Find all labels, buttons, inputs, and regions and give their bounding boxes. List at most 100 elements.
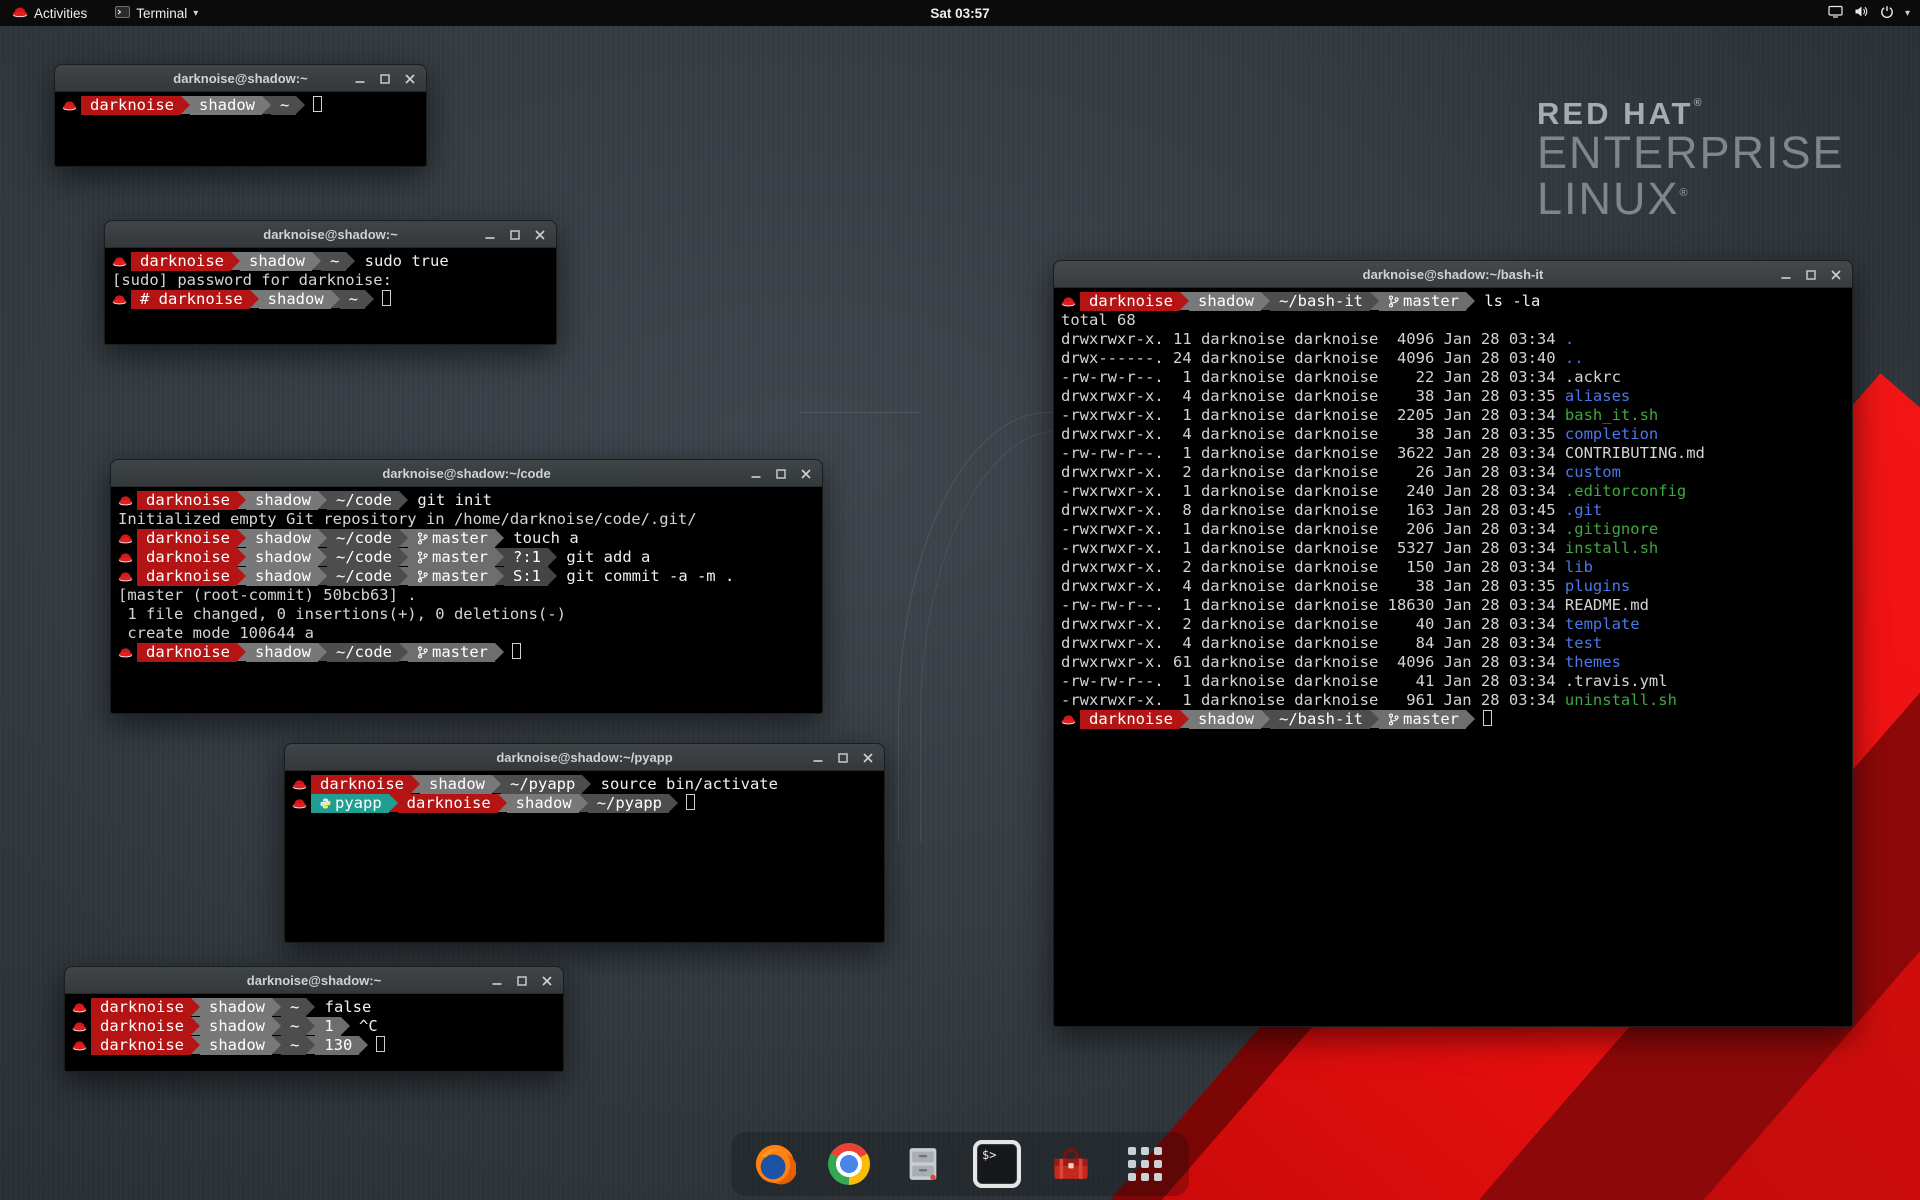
dock-toolbox[interactable] xyxy=(1047,1140,1095,1188)
terminal-content[interactable]: darknoiseshadow~ xyxy=(55,92,426,119)
terminal-content[interactable]: darknoiseshadow~/pyapp source bin/activa… xyxy=(285,771,884,817)
window-titlebar[interactable]: darknoise@shadow:~/code xyxy=(111,460,822,487)
terminal-window-code: darknoise@shadow:~/codedarknoiseshadow~/… xyxy=(110,459,823,714)
window-titlebar[interactable]: darknoise@shadow:~ xyxy=(105,221,556,248)
terminal-line: pyappdarknoiseshadow~/pyapp xyxy=(292,794,877,813)
command-text: source bin/activate xyxy=(591,775,778,793)
terminal-line: drwxrwxr-x. 4 darknoise darknoise 84 Jan… xyxy=(1061,634,1845,653)
terminal-line: -rw-rw-r--. 1 darknoise darknoise 41 Jan… xyxy=(1061,672,1845,691)
maximize-button[interactable] xyxy=(834,749,852,767)
minimize-button[interactable] xyxy=(488,972,506,990)
redhat-prompt-icon xyxy=(118,494,133,507)
segment-arrow xyxy=(1261,292,1270,310)
terminal-line: -rwxrwxr-x. 1 darknoise darknoise 2205 J… xyxy=(1061,406,1845,425)
prompt-segment-red: darknoise xyxy=(1080,710,1180,729)
segment-arrow xyxy=(1370,292,1379,310)
terminal-line: -rw-rw-r--. 1 darknoise darknoise 3622 J… xyxy=(1061,444,1845,463)
output-text: create mode 100644 a xyxy=(118,624,314,642)
output-text: .git xyxy=(1565,501,1602,519)
output-text: 1 file changed, 0 insertions(+), 0 delet… xyxy=(118,605,566,623)
maximize-button[interactable] xyxy=(1802,266,1820,284)
prompt-segment-gray: shadow xyxy=(200,1017,272,1036)
maximize-button[interactable] xyxy=(506,226,524,244)
terminal-line: darknoiseshadow~/bash-itmaster xyxy=(1061,710,1845,729)
terminal-line: -rwxrwxr-x. 1 darknoise darknoise 240 Ja… xyxy=(1061,482,1845,501)
prompt-segment-path: ~/pyapp xyxy=(501,775,582,794)
terminal-content[interactable]: darknoiseshadow~ sudo true[sudo] passwor… xyxy=(105,248,556,313)
app-menu-terminal[interactable]: Terminal ▾ xyxy=(111,0,202,26)
output-text: . xyxy=(1565,330,1574,348)
terminal-line: [master (root-commit) 50bcb63] . xyxy=(118,586,815,605)
terminal-content[interactable]: darknoiseshadow~/code git initInitialize… xyxy=(111,487,822,666)
minimize-button[interactable] xyxy=(481,226,499,244)
redhat-prompt-icon xyxy=(1061,295,1076,308)
close-button[interactable] xyxy=(531,226,549,244)
git-branch-icon xyxy=(1388,713,1399,726)
segment-arrow xyxy=(318,643,327,661)
segment-arrow xyxy=(582,775,591,793)
terminal-line: 1 file changed, 0 insertions(+), 0 delet… xyxy=(118,605,815,624)
git-branch-icon xyxy=(417,532,428,545)
window-titlebar[interactable]: darknoise@shadow:~/pyapp xyxy=(285,744,884,771)
minimize-button[interactable] xyxy=(1777,266,1795,284)
output-text: -rw-rw-r--. 1 darknoise darknoise 22 Jan… xyxy=(1061,368,1621,386)
command-text: ^C xyxy=(350,1017,378,1035)
segment-arrow xyxy=(495,548,504,566)
segment-arrow xyxy=(399,491,408,509)
prompt-segment-venv: pyapp xyxy=(311,794,389,813)
close-button[interactable] xyxy=(401,70,419,88)
dock-files[interactable] xyxy=(899,1140,947,1188)
minimize-button[interactable] xyxy=(809,749,827,767)
system-status-area[interactable]: ▾ xyxy=(1828,0,1910,26)
segment-arrow xyxy=(548,567,557,585)
redhat-prompt-icon xyxy=(112,255,127,268)
desktop: RED HAT® ENTERPRISE LINUX® Activities Te… xyxy=(0,0,1920,1200)
activities-button[interactable]: Activities xyxy=(8,0,91,26)
terminal-line: drwxrwxr-x. 8 darknoise darknoise 163 Ja… xyxy=(1061,501,1845,520)
terminal-window-exitcodes: darknoise@shadow:~darknoiseshadow~ false… xyxy=(64,966,564,1072)
maximize-button[interactable] xyxy=(376,70,394,88)
clock[interactable]: Sat 03:57 xyxy=(930,6,989,21)
dock-chrome[interactable] xyxy=(825,1140,873,1188)
prompt-segment-git: master xyxy=(408,529,495,548)
redhat-prompt-icon xyxy=(292,778,307,791)
minimize-button[interactable] xyxy=(351,70,369,88)
close-button[interactable] xyxy=(1827,266,1845,284)
prompt-segment-gray: shadow xyxy=(200,1036,272,1055)
maximize-button[interactable] xyxy=(513,972,531,990)
window-titlebar[interactable]: darknoise@shadow:~/bash-it xyxy=(1054,261,1852,288)
prompt-segment-path: ~/code xyxy=(327,567,399,586)
prompt-segment-red: darknoise xyxy=(137,529,237,548)
prompt-segment-path: ~/code xyxy=(327,529,399,548)
prompt-segment-red: # darknoise xyxy=(131,290,250,309)
dock: $> xyxy=(731,1132,1189,1196)
segment-arrow xyxy=(1261,710,1270,728)
window-titlebar[interactable]: darknoise@shadow:~ xyxy=(65,967,563,994)
prompt-segment-red: darknoise xyxy=(81,96,181,115)
terminal-content[interactable]: darknoiseshadow~ falsedarknoiseshadow~1 … xyxy=(65,994,563,1059)
output-text: drwxrwxr-x. 2 darknoise darknoise 40 Jan… xyxy=(1061,615,1565,633)
prompt-segment-path: ~ xyxy=(340,290,365,309)
dock-terminal[interactable]: $> xyxy=(973,1140,1021,1188)
prompt-segment-status: ?:1 xyxy=(504,548,548,567)
maximize-button[interactable] xyxy=(772,465,790,483)
close-button[interactable] xyxy=(859,749,877,767)
firefox-icon xyxy=(754,1143,796,1185)
dock-app-grid[interactable] xyxy=(1121,1140,1169,1188)
segment-arrow xyxy=(272,998,281,1016)
segment-arrow xyxy=(191,1036,200,1054)
app-grid-icon xyxy=(1128,1147,1162,1181)
terminal-line: drwxrwxr-x. 4 darknoise darknoise 38 Jan… xyxy=(1061,387,1845,406)
close-button[interactable] xyxy=(797,465,815,483)
terminal-window-pyapp: darknoise@shadow:~/pyappdarknoiseshadow~… xyxy=(284,743,885,943)
dock-firefox[interactable] xyxy=(751,1140,799,1188)
segment-arrow xyxy=(312,252,321,270)
git-branch-icon xyxy=(1388,295,1399,308)
segment-arrow xyxy=(399,567,408,585)
window-titlebar[interactable]: darknoise@shadow:~ xyxy=(55,65,426,92)
minimize-button[interactable] xyxy=(747,465,765,483)
output-text: drwxrwxr-x. 4 darknoise darknoise 38 Jan… xyxy=(1061,577,1565,595)
close-button[interactable] xyxy=(538,972,556,990)
terminal-content[interactable]: darknoiseshadow~/bash-itmaster ls -latot… xyxy=(1054,288,1852,733)
prompt-segment-gray: shadow xyxy=(1189,292,1261,311)
